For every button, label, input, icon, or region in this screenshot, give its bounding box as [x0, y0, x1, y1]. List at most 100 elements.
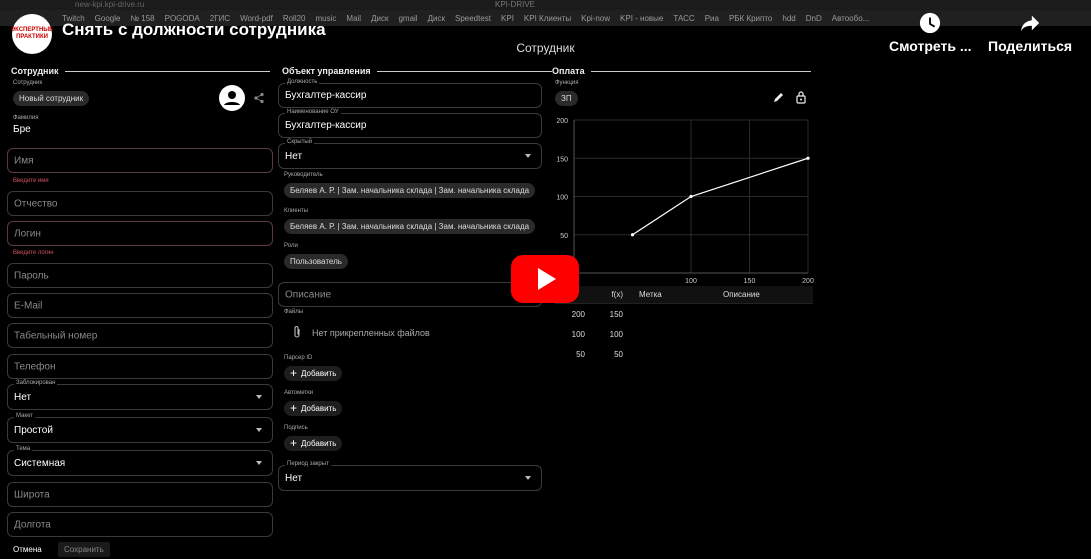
clients-chip[interactable]: Беляев А. Р. | Зам. начальника склада | … [284, 219, 535, 234]
description-field[interactable]: Описание [278, 282, 542, 307]
bookmark-item[interactable]: РБК Крипто [729, 14, 772, 23]
y-tick-label: 100 [556, 195, 568, 202]
parser-add-button[interactable]: + Добавить [284, 366, 343, 381]
lock-icon[interactable] [795, 90, 807, 104]
hidden-value: Нет [285, 151, 303, 162]
table-row[interactable]: 200 150 [555, 304, 813, 324]
login-placeholder: Логин [14, 228, 41, 239]
hidden-select[interactable]: Скрытый Нет [278, 139, 542, 169]
payment-section-header: Оплата [552, 66, 811, 76]
plus-icon: + [290, 366, 298, 380]
tab-title[interactable]: KPI-DRIVE [495, 0, 535, 9]
theme-select[interactable]: Тема Системная [7, 446, 273, 476]
data-point [630, 233, 635, 237]
x-tick-label: 200 [802, 278, 814, 285]
cancel-button[interactable]: Отмена [7, 542, 48, 557]
ou-name-label: Наименование ОУ [285, 109, 341, 115]
table-header: f(x) Метка Описание [555, 286, 813, 304]
parser-add-label: Добавить [301, 369, 337, 378]
data-point [806, 156, 810, 160]
page-title: Сотрудник [516, 41, 575, 55]
signature-add-button[interactable]: + Добавить [284, 436, 343, 451]
phone-field[interactable]: Телефон [7, 354, 273, 379]
head-chip[interactable]: Беляев А. Р. | Зам. начальника склада | … [284, 183, 535, 198]
patronymic-field[interactable]: Отчество [7, 191, 273, 216]
pencil-icon[interactable] [772, 91, 785, 104]
bookmark-item[interactable]: DnD [806, 14, 822, 23]
period-closed-select[interactable]: Период закрыт Нет [278, 461, 542, 491]
chevron-down-icon [525, 154, 531, 158]
payment-table: f(x) Метка Описание 200 150 100 100 50 50 [555, 286, 813, 364]
employee-section-header: Сотрудник [11, 66, 270, 76]
bookmark-item[interactable]: Диск [371, 14, 388, 23]
longitude-placeholder: Долгота [14, 519, 51, 530]
employee-chip[interactable]: Новый сотрудник [13, 91, 90, 106]
blocked-value: Нет [14, 392, 32, 403]
table-header-cell: f(x) [611, 290, 623, 299]
table-header-cell: Описание [723, 290, 760, 299]
y-tick-label: 50 [560, 233, 568, 240]
paperclip-icon[interactable] [292, 325, 302, 339]
latitude-field[interactable]: Широта [7, 482, 273, 507]
video-title[interactable]: Снять с должности сотрудника [62, 20, 326, 40]
bookmark-item[interactable]: KPI [501, 14, 514, 23]
position-label: Должность [285, 79, 320, 85]
roles-chip[interactable]: Пользователь [284, 254, 348, 269]
autotags-add-button[interactable]: + Добавить [284, 401, 343, 416]
bookmark-item[interactable]: KPI - новые [620, 14, 663, 23]
payment-chart: 50 100 150 200 100 150 200 [556, 118, 814, 285]
share-icon[interactable] [253, 92, 265, 104]
table-row[interactable]: 50 50 [555, 344, 813, 364]
bookmark-item[interactable]: Автообо... [832, 14, 870, 23]
table-cell: 50 [576, 349, 585, 359]
blocked-select[interactable]: Заблокирован Нет [7, 380, 273, 410]
bookmark-item[interactable]: Kpi-now [581, 14, 610, 23]
theme-value: Системная [14, 458, 66, 469]
browser-titlebar: new-kpi.kpi-drive.ru KPI-DRIVE [0, 0, 1091, 10]
address-bar[interactable]: new-kpi.kpi-drive.ru [75, 0, 144, 9]
lastname-input[interactable]: Бре [13, 124, 31, 135]
tabnum-field[interactable]: Табельный номер [7, 323, 273, 348]
data-point [689, 194, 693, 199]
bookmark-item[interactable]: ТАСС [673, 14, 694, 23]
table-header-cell: Метка [639, 290, 662, 299]
password-field[interactable]: Пароль [7, 263, 273, 288]
login-field[interactable]: Логин [7, 221, 273, 246]
latitude-placeholder: Широта [14, 489, 50, 500]
bookmark-item[interactable]: Speedtest [455, 14, 491, 23]
bookmark-item[interactable]: hdd [782, 14, 795, 23]
description-placeholder: Описание [285, 289, 332, 300]
function-chip[interactable]: ЗП [555, 91, 578, 106]
play-button[interactable] [511, 255, 579, 303]
x-tick-label: 100 [685, 278, 697, 285]
roles-label: Роли [284, 243, 298, 249]
chevron-down-icon [256, 428, 262, 432]
layout-select[interactable]: Макет Простой [7, 413, 273, 443]
bookmark-item[interactable]: KPI Клиенты [524, 14, 571, 23]
position-value: Бухгалтер-кассир [285, 90, 367, 101]
chevron-down-icon [256, 461, 262, 465]
avatar-icon[interactable] [218, 84, 246, 112]
table-row[interactable]: 100 100 [555, 324, 813, 344]
bookmark-item[interactable]: gmail [398, 14, 417, 23]
org-header-text: Объект управления [282, 66, 371, 76]
layout-label: Макет [14, 413, 35, 419]
save-button[interactable]: Сохранить [58, 542, 110, 557]
ou-name-field[interactable]: Наименование ОУ Бухгалтер-кассир [278, 109, 542, 138]
employee-label: Сотрудник [13, 80, 43, 86]
firstname-field[interactable]: Имя [7, 148, 273, 173]
share-arrow-icon [1020, 15, 1040, 32]
hidden-label: Скрытый [285, 139, 315, 145]
period-closed-label: Период закрыт [285, 461, 331, 467]
position-field[interactable]: Должность Бухгалтер-кассир [278, 79, 542, 108]
x-tick-label: 150 [744, 278, 756, 285]
bookmark-item[interactable]: Риа [705, 14, 719, 23]
email-field[interactable]: E-Mail [7, 293, 273, 318]
chevron-down-icon [525, 476, 531, 480]
bookmark-item[interactable]: Mail [346, 14, 361, 23]
payment-header-text: Оплата [552, 66, 585, 76]
autotags-add-label: Добавить [301, 404, 337, 413]
longitude-field[interactable]: Долгота [7, 512, 273, 537]
bookmark-item[interactable]: Диск [428, 14, 445, 23]
files-empty-text: Нет прикрепленных файлов [312, 328, 430, 338]
